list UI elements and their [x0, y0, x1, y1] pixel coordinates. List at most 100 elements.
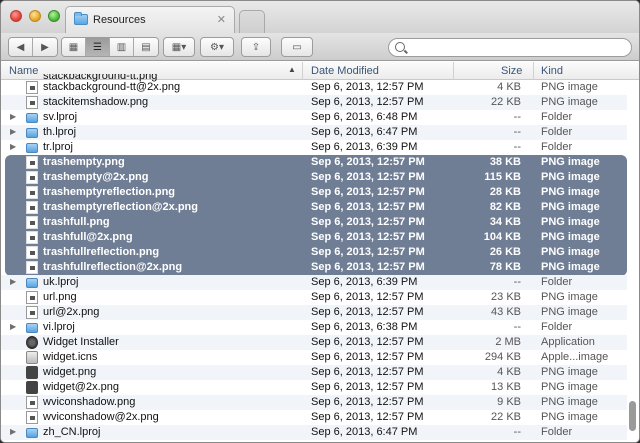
share-button[interactable]: ⇪: [241, 37, 271, 57]
list-item[interactable]: trashempty@2x.png Sep 6, 2013, 12:57 PM 11…: [1, 170, 629, 185]
item-date-modified: Sep 6, 2013, 6:48 PM: [311, 111, 418, 123]
list-item[interactable]: trashemptyreflection@2x.png Sep 6, 2013, …: [1, 200, 629, 215]
item-name: url.png: [43, 291, 77, 303]
item-date-modified: Sep 6, 2013, 12:57 PM: [311, 201, 425, 213]
column-view-button[interactable]: ▥: [110, 38, 134, 56]
columns-icon: ▥: [116, 41, 127, 53]
list-item[interactable]: ▶ vi.lproj Sep 6, 2013, 6:38 PM -- Folder: [1, 320, 629, 335]
list-item[interactable]: trashfullreflection@2x.png Sep 6, 2013, 1…: [1, 260, 629, 275]
disclosure-triangle-icon[interactable]: ▶: [10, 112, 16, 121]
item-name: wviconshadow@2x.png: [43, 411, 159, 423]
list-item[interactable]: trashfull.png Sep 6, 2013, 12:57 PM 34 KB P…: [1, 215, 629, 230]
list-item[interactable]: widget@2x.png Sep 6, 2013, 12:57 PM 13 KB P…: [1, 380, 629, 395]
finder-window: Resources ✕ ◀ ▶ ▦ ☰ ▥ ▤ ▦▾ ⚙▾ ⇪ ▭ Name ▲…: [0, 0, 640, 443]
icon-view-button[interactable]: ▦: [62, 38, 86, 56]
tab-close-icon[interactable]: ✕: [217, 13, 226, 26]
tags-button[interactable]: ▭: [281, 37, 313, 57]
item-date-modified: Sep 6, 2013, 12:57 PM: [311, 396, 424, 408]
list-item[interactable]: wviconshadow@2x.png Sep 6, 2013, 12:57 PM…: [1, 410, 629, 425]
image-file-icon: [26, 186, 38, 199]
disclosure-triangle-icon[interactable]: ▶: [10, 127, 16, 136]
item-date-modified: Sep 6, 2013, 6:39 PM: [311, 141, 418, 153]
item-date-modified: Sep 6, 2013, 12:57 PM: [311, 81, 424, 93]
coverflow-view-button[interactable]: ▤: [134, 38, 158, 56]
list-item[interactable]: trashempty.png Sep 6, 2013, 12:57 PM 38 KB…: [1, 155, 629, 170]
list-view-button[interactable]: ☰: [86, 38, 110, 56]
disclosure-triangle-icon[interactable]: ▶: [10, 322, 16, 331]
item-kind: PNG image: [541, 216, 600, 228]
close-window-button[interactable]: [10, 10, 22, 22]
list-item[interactable]: ▶ uk.lproj Sep 6, 2013, 6:39 PM -- Folder: [1, 275, 629, 290]
item-name: vi.lproj: [43, 321, 75, 333]
item-name: stackitemshadow.png: [43, 96, 149, 108]
item-size: 78 KB: [489, 261, 521, 273]
folder-icon: [26, 428, 38, 438]
item-size: 22 KB: [491, 411, 521, 423]
list-item[interactable]: Widget Installer Sep 6, 2013, 12:57 PM 2 M…: [1, 335, 629, 350]
item-date-modified: Sep 6, 2013, 12:57 PM: [311, 411, 424, 423]
item-name: trashemptyreflection.png: [43, 186, 176, 198]
disclosure-triangle-icon[interactable]: ▶: [10, 427, 16, 436]
folder-icon: [26, 143, 38, 153]
folder-icon: [26, 128, 38, 138]
list-item[interactable]: trashfullreflection.png Sep 6, 2013, 12:5…: [1, 245, 629, 260]
zoom-window-button[interactable]: [48, 10, 60, 22]
item-size: 104 KB: [483, 231, 521, 243]
item-name: trashfull@2x.png: [43, 231, 133, 243]
item-date-modified: Sep 6, 2013, 12:57 PM: [311, 261, 425, 273]
list-item[interactable]: ▶ zh_CN.lproj Sep 6, 2013, 6:47 PM -- Folder: [1, 425, 629, 440]
action-button[interactable]: ⚙▾: [200, 37, 234, 57]
item-size: 23 KB: [491, 291, 521, 303]
list-item[interactable]: stackbackground-tt@2x.png Sep 6, 2013, 12…: [1, 80, 629, 95]
item-name: widget@2x.png: [43, 381, 119, 393]
list-item[interactable]: widget.icns Sep 6, 2013, 12:57 PM 294 KB Ap…: [1, 350, 629, 365]
forward-button[interactable]: ▶: [33, 38, 57, 56]
item-kind: PNG image: [541, 171, 600, 183]
tab-title: Resources: [93, 14, 146, 26]
item-size: 115 KB: [484, 171, 521, 183]
item-size: 13 KB: [491, 381, 521, 393]
item-size: --: [513, 426, 521, 438]
item-date-modified: Sep 6, 2013, 12:57 PM: [311, 306, 424, 318]
item-kind: PNG image: [541, 156, 600, 168]
item-size: 82 KB: [489, 201, 521, 213]
scrollbar-thumb[interactable]: [629, 401, 636, 431]
list-item[interactable]: ▶ tr.lproj Sep 6, 2013, 6:39 PM -- Folder: [1, 140, 629, 155]
item-size: 294 KB: [484, 351, 521, 363]
vertical-scrollbar[interactable]: [627, 80, 639, 442]
share-icon: ⇪: [251, 41, 261, 53]
item-size: 34 KB: [489, 216, 521, 228]
item-name: sv.lproj: [43, 111, 78, 123]
list-item[interactable]: trashemptyreflection.png Sep 6, 2013, 12:…: [1, 185, 629, 200]
list-item[interactable]: wviconshadow.png Sep 6, 2013, 12:57 PM 9 K…: [1, 395, 629, 410]
list-item[interactable]: trashfull@2x.png Sep 6, 2013, 12:57 PM 104…: [1, 230, 629, 245]
view-mode-control: ▦ ☰ ▥ ▤: [61, 37, 159, 57]
folder-icon: [26, 323, 38, 333]
item-name: widget.png: [43, 366, 97, 378]
list-item[interactable]: url@2x.png Sep 6, 2013, 12:57 PM 43 KB PNG …: [1, 305, 629, 320]
list-item[interactable]: widget.png Sep 6, 2013, 12:57 PM 4 KB PNG i…: [1, 365, 629, 380]
minimize-window-button[interactable]: [29, 10, 41, 22]
list-item[interactable]: stackitemshadow.png Sep 6, 2013, 12:57 PM…: [1, 95, 629, 110]
item-name: trashempty@2x.png: [43, 171, 149, 183]
tab-resources[interactable]: Resources ✕: [65, 6, 235, 33]
item-name: th.lproj: [43, 126, 77, 138]
item-size: 2 MB: [495, 336, 521, 348]
item-date-modified: Sep 6, 2013, 6:47 PM: [311, 426, 418, 438]
item-size: --: [513, 111, 521, 123]
item-date-modified: Sep 6, 2013, 12:57 PM: [311, 96, 424, 108]
item-date-modified: Sep 6, 2013, 12:57 PM: [311, 231, 425, 243]
item-kind: PNG image: [541, 366, 598, 378]
new-tab-button[interactable]: [239, 10, 265, 33]
search-input[interactable]: [388, 38, 632, 57]
disclosure-triangle-icon[interactable]: ▶: [10, 277, 16, 286]
item-size: 43 KB: [491, 306, 521, 318]
list-item[interactable]: ▶ th.lproj Sep 6, 2013, 6:47 PM -- Folder: [1, 125, 629, 140]
item-size: --: [513, 276, 521, 288]
back-button[interactable]: ◀: [9, 38, 33, 56]
list-item[interactable]: url.png Sep 6, 2013, 12:57 PM 23 KB PNG ima…: [1, 290, 629, 305]
disclosure-triangle-icon[interactable]: ▶: [10, 142, 16, 151]
arrange-button[interactable]: ▦▾: [163, 37, 195, 57]
image-file-icon: [26, 81, 38, 94]
list-item[interactable]: ▶ sv.lproj Sep 6, 2013, 6:48 PM -- Folder: [1, 110, 629, 125]
